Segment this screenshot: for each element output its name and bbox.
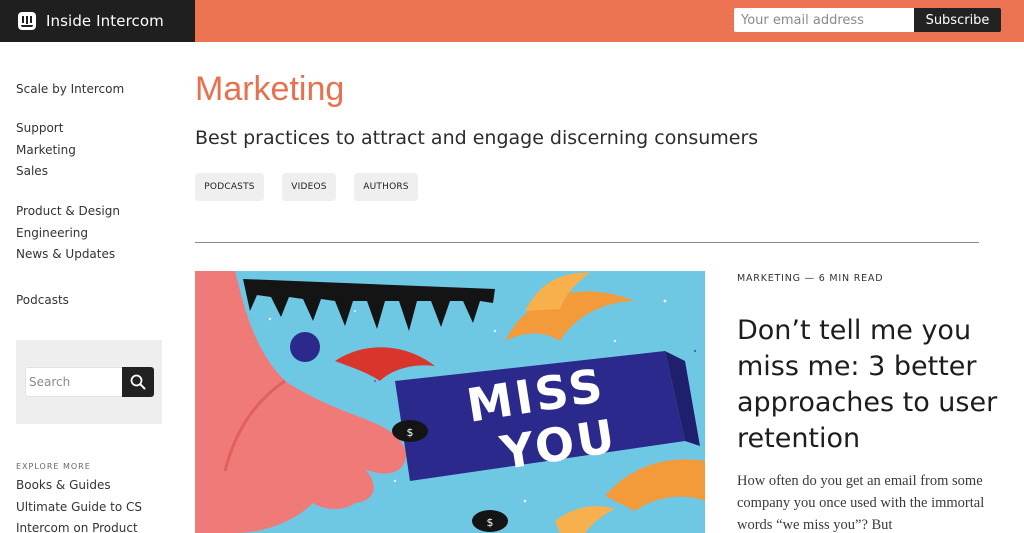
tag-videos[interactable]: VIDEOS [282, 173, 336, 201]
intercom-logo-icon [18, 12, 36, 30]
subscribe-button[interactable]: Subscribe [914, 8, 1001, 32]
sidebar-item-podcasts[interactable]: Podcasts [16, 293, 69, 307]
search-box [16, 340, 162, 424]
svg-text:$: $ [407, 426, 414, 439]
miss-you-illustration: MISS YOU $ $ [195, 271, 705, 533]
sidebar-item-engineering[interactable]: Engineering [16, 226, 88, 240]
explore-link-books-guides[interactable]: Books & Guides [16, 478, 111, 492]
svg-text:$: $ [487, 516, 494, 529]
page-title: Marketing [195, 70, 345, 108]
page-subtitle: Best practices to attract and engage dis… [195, 127, 759, 149]
tag-authors[interactable]: AUTHORS [354, 173, 418, 201]
article-excerpt: How often do you get an email from some … [737, 473, 985, 533]
email-field[interactable] [734, 8, 914, 32]
sidebar-item-marketing[interactable]: Marketing [16, 143, 76, 157]
search-input[interactable] [25, 367, 123, 397]
brand-name: Inside Intercom [46, 12, 164, 30]
sidebar-item-news-updates[interactable]: News & Updates [16, 247, 115, 261]
brand-logo-link[interactable]: Inside Intercom [0, 0, 195, 42]
article-title[interactable]: Don’t tell me you miss me: 3 better appr… [737, 313, 1007, 457]
explore-link-intercom-on-product[interactable]: Intercom on Product [16, 521, 138, 533]
sidebar-item-scale-by-intercom[interactable]: Scale by Intercom [16, 82, 124, 96]
sidebar-item-support[interactable]: Support [16, 121, 63, 135]
tag-podcasts[interactable]: PODCASTS [195, 173, 264, 201]
article-hero-image[interactable]: MISS YOU $ $ [195, 271, 705, 533]
top-bar: Inside Intercom Subscribe [0, 0, 1024, 42]
article-meta: MARKETING — 6 MIN READ [737, 273, 884, 284]
search-button[interactable] [122, 367, 154, 397]
sidebar-item-product-design[interactable]: Product & Design [16, 204, 120, 218]
explore-link-ultimate-guide[interactable]: Ultimate Guide to CS [16, 500, 142, 514]
sidebar-item-sales[interactable]: Sales [16, 164, 48, 178]
search-icon [130, 374, 146, 390]
explore-more-heading: EXPLORE MORE [16, 462, 91, 471]
section-divider [195, 242, 979, 243]
